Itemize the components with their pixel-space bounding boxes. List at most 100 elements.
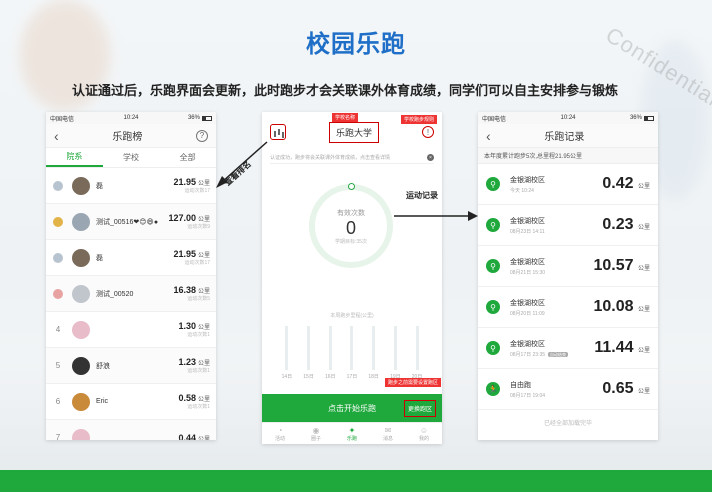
tab-department[interactable]: 院系 — [46, 148, 103, 167]
runner-name: Eric — [96, 398, 109, 405]
records-title: 乐跑记录 — [544, 132, 585, 143]
record-info: 金银湖校区 08月20日 11:09 — [510, 298, 593, 317]
time: 10:24 — [123, 115, 139, 121]
school-name[interactable]: 乐跑大学 学校名称 — [328, 112, 379, 143]
change-zone-button[interactable]: 更换跑区 — [403, 400, 436, 417]
location-pin-icon: ⚲ — [486, 259, 500, 273]
nav-item-0[interactable]: ◔ 活动 — [262, 423, 298, 444]
leaderboard-row[interactable]: 测试_00520 16.38 公里 运动次数5 — [46, 276, 216, 312]
rank-number: 7 — [55, 433, 61, 440]
record-distance-unit: 公里 — [637, 389, 650, 395]
leaderboard-row[interactable]: 6 Eric 0.58 公里 运动次数1 — [46, 384, 216, 420]
bar-track — [372, 326, 376, 370]
avatar — [72, 320, 90, 339]
footer-bar — [0, 470, 712, 492]
record-row[interactable]: ⚲ 金银湖校区 今天 10:24 0.42 公里 — [478, 164, 658, 205]
runner-distance: 0.44 公里 — [179, 433, 211, 441]
runner-distance: 1.30 公里 运动次数1 — [179, 321, 211, 338]
nav-label: 消息 — [382, 435, 393, 442]
leaderboard-row[interactable]: 5 舒浪 1.23 公里 运动次数1 — [46, 348, 216, 384]
rank-badge — [52, 287, 64, 301]
record-row[interactable]: ⚲ 金银湖校区 08月23日 14:11 0.23 公里 — [478, 205, 658, 246]
day-label: 17日 — [346, 374, 358, 380]
bar-track — [350, 326, 354, 370]
record-distance-value: 10.57 — [593, 257, 634, 274]
avatar — [72, 284, 90, 303]
weekly-bar: 19日 — [389, 324, 401, 380]
battery-icon-right — [643, 115, 654, 121]
leaderboard-tabs: 院系 学校 全部 — [46, 148, 216, 168]
records-navbar: ‹ 乐跑记录 — [478, 124, 658, 148]
record-distance-unit: 公里 — [637, 266, 650, 272]
medal-icon — [53, 288, 63, 299]
weekly-mileage-chart: 14日 15日 16日 17日 18日 19日 20日 — [276, 324, 428, 380]
record-info: 金银湖校区 08月17日 23:35 自动结束 — [510, 339, 594, 358]
nav-item-1[interactable]: ◉ 圈子 — [298, 423, 334, 444]
run-home-phone: 乐跑大学 学校名称 ! 学校跑步规则 认证成功，跑步将会关联课外体育成绩，点击查… — [262, 112, 442, 444]
record-date: 08月20日 11:09 — [510, 310, 593, 317]
nav-icon: ☺ — [419, 425, 429, 435]
nav-label: 圈子 — [310, 435, 321, 442]
distance-value: 127.00 — [168, 213, 197, 223]
back-icon-right[interactable]: ‹ — [486, 128, 491, 144]
nav-item-4[interactable]: ☺ 我的 — [406, 423, 442, 444]
leaderboard-row[interactable]: 磊 21.95 公里 运动次数17 — [46, 168, 216, 204]
records-list: ⚲ 金银湖校区 今天 10:24 0.42 公里 ⚲ 金银湖校区 08月23日 … — [478, 164, 658, 410]
help-icon[interactable]: ? — [195, 129, 208, 142]
record-distance-unit: 公里 — [637, 307, 650, 313]
bar-track — [415, 326, 419, 370]
record-date-text: 08月21日 15:30 — [510, 269, 546, 276]
time-right: 10:24 — [560, 115, 576, 121]
leaderboard-chart-icon[interactable] — [270, 124, 286, 140]
leaderboard-title[interactable]: 乐跑榜 — [112, 128, 142, 143]
carrier: 中国电信 — [50, 116, 75, 123]
nav-item-3[interactable]: ✉ 消息 — [370, 423, 406, 444]
runner-distance: 0.58 公里 运动次数1 — [179, 393, 211, 410]
record-distance: 10.08 公里 — [593, 298, 650, 316]
runner-name: 测试_00520 — [96, 290, 134, 298]
record-date-text: 08月20日 11:09 — [510, 310, 545, 317]
rank-badge — [52, 251, 64, 265]
record-row[interactable]: ⚲ 金银湖校区 08月21日 15:30 10.57 公里 — [478, 246, 658, 287]
bar-track — [285, 326, 289, 370]
auto-end-badge: 自动结束 — [548, 351, 569, 357]
runner-name: 测试_00516❤😊😄● — [96, 218, 159, 226]
location-pin-icon: ⚲ — [486, 300, 500, 314]
run-count: 运动次数1 — [187, 368, 210, 374]
leaderboard-row[interactable]: 测试_00516❤😊😄● 127.00 公里 运动次数9 — [46, 204, 216, 240]
record-row[interactable]: ⚲ 金银湖校区 08月17日 23:35 自动结束 11.44 公里 — [478, 328, 658, 369]
record-date-text: 08月17日 19:04 — [510, 392, 546, 399]
valid-count-value: 0 — [345, 217, 356, 238]
weekly-bar: 16日 — [324, 324, 336, 380]
rank-badge: 4 — [52, 323, 64, 337]
battery-level-right: 36% — [629, 115, 642, 121]
page-subtitle: 认证通过后，乐跑界面会更新，此时跑步才会关联课外体育成绩，同学们可以自主安排参与… — [72, 83, 619, 98]
record-row[interactable]: 🏃 自由跑 08月17日 19:04 0.65 公里 — [478, 369, 658, 410]
record-row[interactable]: ⚲ 金银湖校区 08月20日 11:09 10.08 公里 — [478, 287, 658, 328]
start-run-label: 点击开始乐跑 — [328, 403, 376, 413]
record-distance-unit: 公里 — [637, 225, 650, 231]
runner-distance: 21.95 公里 运动次数17 — [174, 177, 211, 194]
rank-number: 5 — [55, 361, 61, 370]
notice-text: 认证成功，跑步将会关联课外体育成绩，点击查看详情 — [270, 155, 391, 161]
rank-number: 6 — [55, 397, 61, 406]
record-info: 金银湖校区 08月21日 15:30 — [510, 257, 593, 276]
close-icon[interactable]: × — [427, 154, 434, 161]
leaderboard-row[interactable]: 7 0.44 公里 — [46, 420, 216, 440]
leaderboard-row[interactable]: 磊 21.95 公里 运动次数17 — [46, 240, 216, 276]
back-icon[interactable]: ‹ — [54, 128, 59, 144]
notice-banner[interactable]: 认证成功，跑步将会关联课外体育成绩，点击查看详情 × — [270, 152, 434, 164]
leaderboard-row[interactable]: 4 1.30 公里 运动次数1 — [46, 312, 216, 348]
start-run-button[interactable]: 点击开始乐跑 更换跑区 — [262, 394, 442, 422]
runner-name: 舒浪 — [96, 362, 110, 370]
record-date: 08月17日 23:35 自动结束 — [510, 351, 594, 358]
rules-icon[interactable]: ! 学校跑步规则 — [400, 115, 437, 138]
tab-school[interactable]: 学校 — [103, 148, 160, 167]
nav-icon: ◉ — [312, 425, 320, 435]
bar-track — [393, 326, 397, 370]
rank-number: 4 — [55, 325, 61, 334]
tab-all[interactable]: 全部 — [159, 148, 216, 167]
nav-item-2[interactable]: ✦ 乐跑 — [334, 423, 370, 444]
carrier-right: 中国电信 — [482, 116, 507, 123]
runner-distance: 21.95 公里 运动次数17 — [174, 249, 211, 266]
